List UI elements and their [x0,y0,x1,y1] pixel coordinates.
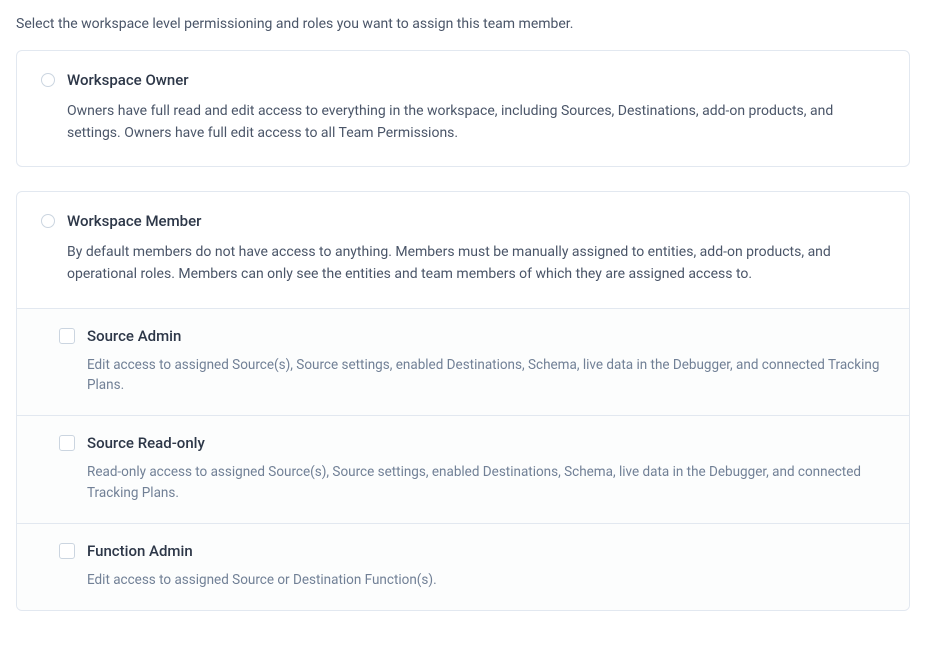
workspace-member-description: By default members do not have access to… [41,242,885,285]
source-readonly-section: Source Read-only Read-only access to ass… [17,415,909,523]
workspace-owner-description: Owners have full read and edit access to… [41,101,885,144]
source-readonly-checkbox[interactable] [59,435,75,451]
workspace-member-card: Workspace Member By default members do n… [16,191,910,611]
workspace-owner-label: Workspace Owner [67,71,189,89]
source-readonly-checkbox-row[interactable]: Source Read-only [41,434,885,452]
source-admin-checkbox[interactable] [59,328,75,344]
function-admin-checkbox[interactable] [59,543,75,559]
source-admin-label: Source Admin [87,327,181,345]
source-readonly-description: Read-only access to assigned Source(s), … [41,462,885,503]
function-admin-checkbox-row[interactable]: Function Admin [41,542,885,560]
workspace-owner-section: Workspace Owner Owners have full read an… [17,51,909,166]
workspace-owner-card: Workspace Owner Owners have full read an… [16,50,910,167]
source-admin-checkbox-row[interactable]: Source Admin [41,327,885,345]
source-admin-description: Edit access to assigned Source(s), Sourc… [41,355,885,396]
source-admin-section: Source Admin Edit access to assigned Sou… [17,308,909,416]
function-admin-label: Function Admin [87,542,193,560]
workspace-owner-radio-row[interactable]: Workspace Owner [41,71,885,89]
workspace-owner-radio[interactable] [41,73,55,87]
workspace-member-radio-row[interactable]: Workspace Member [41,212,885,230]
workspace-member-radio[interactable] [41,214,55,228]
workspace-member-label: Workspace Member [67,212,201,230]
intro-text: Select the workspace level permissioning… [16,16,910,32]
function-admin-section: Function Admin Edit access to assigned S… [17,523,909,610]
source-readonly-label: Source Read-only [87,434,205,452]
workspace-member-section: Workspace Member By default members do n… [17,192,909,307]
function-admin-description: Edit access to assigned Source or Destin… [41,570,885,590]
